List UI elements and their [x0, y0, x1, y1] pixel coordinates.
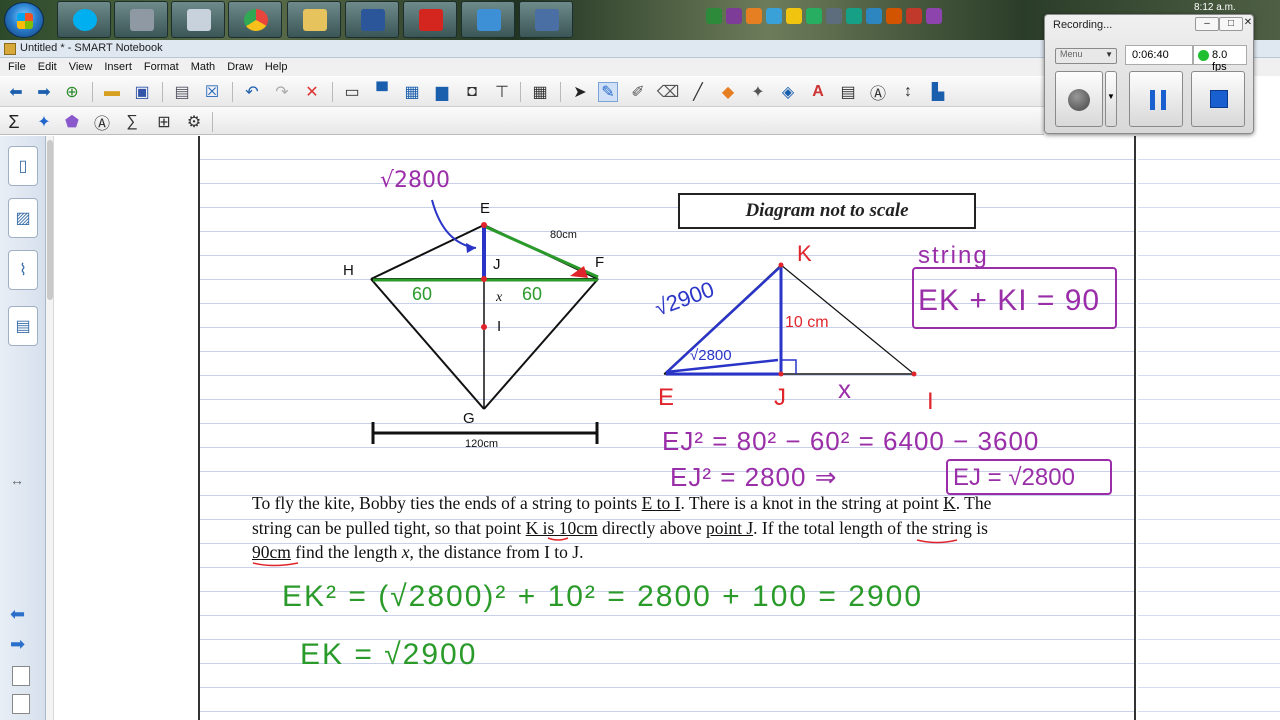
- close-button[interactable]: ✕: [1243, 17, 1253, 31]
- label-ef-length: 80cm: [550, 229, 577, 241]
- label-h: H: [343, 262, 354, 279]
- point-i-triangle: [911, 371, 917, 377]
- point-j-triangle: [778, 371, 784, 377]
- recording-title: Recording...: [1053, 19, 1113, 31]
- hw-sixty-left: 60: [412, 284, 433, 304]
- record-icon: [1068, 89, 1090, 111]
- problem-part: find the length: [290, 542, 402, 562]
- label-f: F: [595, 254, 605, 271]
- label-g: G: [463, 410, 475, 427]
- problem-part: To fly the kite, Bobby ties the ends of …: [252, 493, 642, 513]
- record-options-button[interactable]: ▼: [1105, 71, 1117, 127]
- menu-select[interactable]: Menu ▼: [1055, 48, 1117, 64]
- record-button[interactable]: [1055, 71, 1103, 127]
- stop-icon: [1210, 90, 1228, 108]
- elapsed-time: 0:06:40: [1125, 45, 1193, 65]
- hw-label-e: E: [658, 384, 675, 411]
- arrow-head-icon: [466, 243, 476, 253]
- point-i: [481, 324, 487, 330]
- problem-part: directly above: [597, 517, 706, 538]
- fps-value: 8.0 fps: [1212, 49, 1228, 73]
- fps-indicator: 8.0 fps: [1193, 45, 1247, 73]
- hw-sixty-right: 60: [522, 284, 543, 304]
- hw-string: string: [918, 242, 989, 269]
- label-x: x: [496, 290, 503, 305]
- recording-widget[interactable]: Recording... – □ ✕ Menu ▼ 0:06:40 8.0 fps…: [1044, 14, 1254, 134]
- right-angle-mark: [781, 359, 797, 374]
- label-j: J: [493, 256, 501, 273]
- point-j: [481, 276, 487, 282]
- hw-label-x: x: [838, 374, 851, 404]
- hw-ten-cm: 10 cm: [785, 314, 829, 331]
- problem-underline: E to I: [641, 493, 681, 513]
- pause-icon: [1150, 90, 1166, 110]
- hw-ek-ki-eq: EK + KI = 90: [918, 284, 1101, 317]
- point-e: [481, 222, 487, 228]
- chevron-down-icon: ▼: [1105, 50, 1113, 59]
- hw-label-j: J: [774, 384, 786, 411]
- menu-select-label: Menu: [1060, 49, 1083, 59]
- restore-button[interactable]: □: [1219, 17, 1243, 31]
- stop-button[interactable]: [1191, 71, 1245, 127]
- hw-ek-sq: EK² = (√2800)² + 10² = 2800 + 100 = 2900: [282, 580, 924, 613]
- diagram-note-box: Diagram not to scale: [678, 193, 976, 229]
- problem-part: , the distance from I to J.: [409, 542, 584, 562]
- label-e: E: [480, 200, 491, 217]
- annotation-arrow: [431, 199, 477, 249]
- problem-underline: K is 10cm: [525, 517, 598, 538]
- problem-part: . If the total length of the string is: [753, 517, 988, 538]
- hw-sqrt2800: √2800: [380, 168, 451, 193]
- status-dot-icon: [1198, 50, 1209, 61]
- problem-text: To fly the kite, Bobby ties the ends of …: [252, 491, 1012, 565]
- minimize-button[interactable]: –: [1195, 17, 1219, 31]
- point-k: [778, 262, 784, 268]
- problem-part: . There is a knot in the string at point: [680, 493, 944, 513]
- label-width: 120cm: [465, 438, 499, 450]
- hw-label-i: I: [927, 388, 934, 415]
- hw-ej-result: EJ = √2800: [953, 464, 1075, 491]
- hw-label-k: K: [797, 241, 812, 266]
- pause-button[interactable]: [1129, 71, 1183, 127]
- problem-underline: 90cm: [252, 542, 291, 562]
- hw-ek-result: EK = √2900: [300, 638, 478, 671]
- problem-underline: point J: [705, 517, 754, 538]
- problem-underline: K: [943, 493, 956, 513]
- chevron-down-icon: ▼: [1107, 92, 1115, 101]
- label-i: I: [497, 318, 502, 335]
- hw-ej-sq2: EJ² = 2800 ⇒: [670, 462, 838, 492]
- hw-ej-sq-line: EJ² = 80² − 60² = 6400 − 3600: [662, 426, 1040, 456]
- hw-sqrt2800-small: √2800: [690, 347, 732, 364]
